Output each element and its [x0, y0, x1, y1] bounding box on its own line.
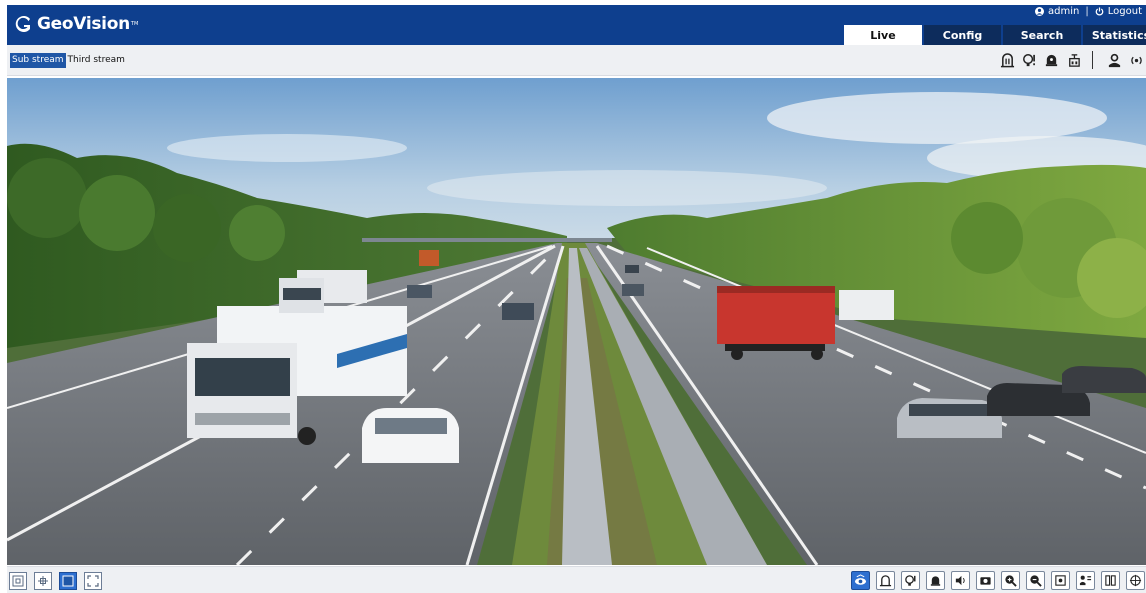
zoom-in-icon[interactable]	[1001, 571, 1020, 590]
alarm-input-icon[interactable]	[876, 571, 895, 590]
alarm-input-icon[interactable]	[997, 51, 1017, 69]
user-separator: |	[1085, 6, 1089, 17]
brand-name: GeoVision	[37, 14, 130, 34]
top-header: GeoVision TM admin | Logout Live Config …	[7, 5, 1146, 45]
tab-config[interactable]: Config	[924, 25, 1001, 45]
wireless-icon[interactable]	[1126, 51, 1146, 69]
target-icon[interactable]	[1126, 571, 1145, 590]
tab-live[interactable]: Live	[844, 25, 922, 45]
user-icon	[1035, 7, 1045, 16]
alarm-bell-icon[interactable]	[1041, 51, 1061, 69]
user-area: admin | Logout	[1035, 6, 1142, 17]
bottom-toolbar	[7, 566, 1146, 593]
app-window: GeoVision TM admin | Logout Live Config …	[0, 0, 1146, 593]
brand-trademark: TM	[130, 21, 139, 27]
move-icon[interactable]	[34, 572, 52, 590]
snapshot-icon[interactable]	[976, 571, 995, 590]
alarm-bell-icon[interactable]	[926, 571, 945, 590]
stream-selector: Sub stream Third stream	[10, 53, 127, 68]
zoom-out-icon[interactable]	[1026, 571, 1045, 590]
power-icon	[1095, 7, 1104, 16]
stream-toolbar: Sub stream Third stream	[7, 45, 1146, 76]
ptz-icon[interactable]	[1076, 571, 1095, 590]
alarm-output-icon[interactable]	[1019, 51, 1039, 69]
network-icon[interactable]	[1063, 51, 1083, 69]
tab-statistics[interactable]: Statistics	[1083, 25, 1146, 45]
fullscreen-icon[interactable]	[84, 572, 102, 590]
status-icons	[995, 51, 1146, 69]
window-icon[interactable]	[59, 572, 77, 590]
toolbar-divider	[1092, 51, 1093, 69]
view-controls	[9, 572, 109, 590]
speaker-icon[interactable]	[951, 571, 970, 590]
sub-stream-button[interactable]: Sub stream	[10, 53, 66, 68]
username[interactable]: admin	[1048, 6, 1079, 17]
person-icon[interactable]	[1104, 51, 1124, 69]
tab-search[interactable]: Search	[1003, 25, 1081, 45]
logout-link[interactable]: Logout	[1108, 6, 1142, 17]
live-video-view[interactable]	[7, 78, 1146, 565]
fit-icon[interactable]	[9, 572, 27, 590]
focus-icon[interactable]	[1051, 571, 1070, 590]
alarm-output-icon[interactable]	[901, 571, 920, 590]
main-tabs: Live Config Search Statistics	[838, 25, 1146, 45]
brand-logo: GeoVision TM	[13, 13, 138, 35]
geovision-logo-icon	[13, 13, 35, 35]
live-controls	[845, 571, 1145, 590]
eye-icon[interactable]	[851, 571, 870, 590]
third-stream-button[interactable]: Third stream	[66, 53, 127, 68]
layout-icon[interactable]	[1101, 571, 1120, 590]
